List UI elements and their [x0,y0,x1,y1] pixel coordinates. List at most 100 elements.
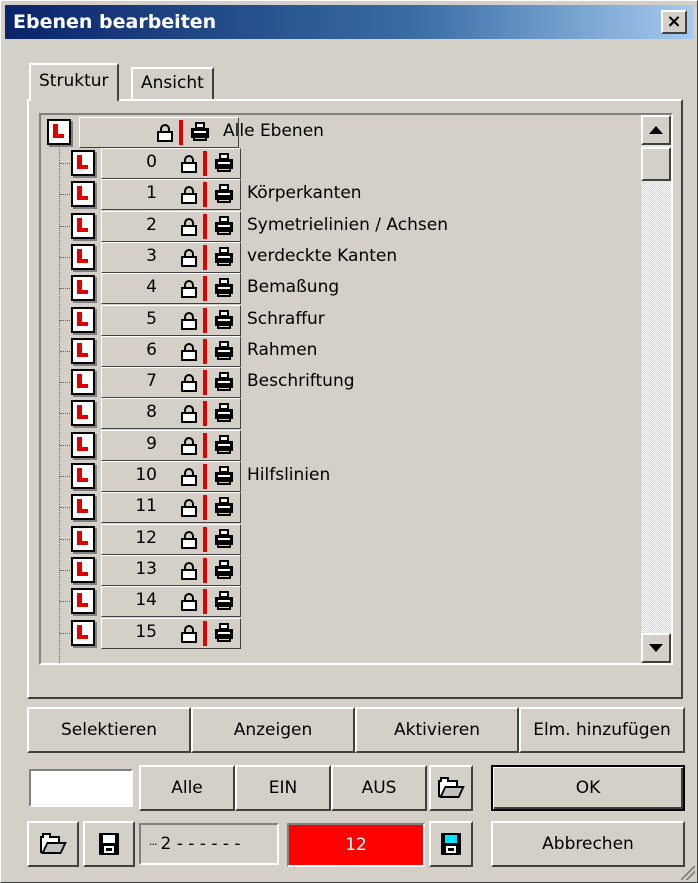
linetype-select[interactable]: ··· 2 - - - - - - [139,823,279,865]
printer-icon[interactable] [215,340,233,361]
color-value: 12 [345,835,367,855]
printer-icon[interactable] [215,559,233,580]
tab-ansicht[interactable]: Ansicht [131,67,214,99]
printer-icon[interactable] [215,372,233,392]
printer-icon[interactable] [215,497,233,517]
layer-number: 9 [146,433,157,454]
open-folder-button[interactable] [429,765,473,811]
scroll-down-button[interactable] [641,633,671,663]
layer-row[interactable]: 7 Beschriftung [41,367,641,399]
lock-icon[interactable] [181,311,197,330]
lock-icon[interactable] [181,593,197,612]
lock-icon[interactable] [181,217,197,236]
lock-icon[interactable] [181,624,197,643]
ok-button[interactable]: OK [491,765,685,811]
printer-icon[interactable] [215,184,233,204]
lock-icon[interactable] [181,155,197,173]
layer-row[interactable]: 3 verdeckte Kanten [41,241,641,273]
printer-icon[interactable] [191,122,209,142]
lock-icon[interactable] [157,124,173,142]
selektieren-button[interactable]: Selektieren [27,707,191,753]
scroll-thumb[interactable] [641,147,671,181]
arrow-down-icon [649,644,663,652]
layer-row[interactable]: 14 [41,586,641,618]
lock-icon[interactable] [181,468,197,486]
scroll-up-button[interactable] [641,115,671,145]
ein-button[interactable]: EIN [235,765,331,811]
vertical-scrollbar[interactable] [641,115,671,663]
printer-icon[interactable] [215,466,233,486]
resize-grip[interactable] [681,866,695,880]
tree-root-row[interactable]: Alle Ebenen [41,117,641,148]
layer-name: Rahmen [247,339,318,360]
printer-icon[interactable] [215,434,233,455]
printer-icon[interactable] [215,278,233,298]
aus-button[interactable]: AUS [331,765,427,811]
layer-name: Schraffur [247,308,325,329]
window-title: Ebenen bearbeiten [13,11,217,33]
layer-row[interactable]: 2 Symetrielinien / Achsen [41,210,641,242]
printer-icon[interactable] [215,622,233,643]
layer-row[interactable]: 4 Bemaßung [41,273,641,305]
printer-icon[interactable] [215,246,233,267]
lock-icon[interactable] [181,561,197,580]
layer-number: 12 [135,527,157,548]
layer-row[interactable]: 13 [41,554,641,586]
printer-icon[interactable] [215,591,233,611]
color-select[interactable]: 12 [287,823,425,867]
layer-number: 0 [146,152,157,172]
save-color-button[interactable] [429,821,473,867]
layer-row[interactable]: 12 [41,523,641,555]
layer-row[interactable]: 0 [41,148,641,179]
layer-number: 2 [146,214,157,235]
layer-row[interactable]: 11 [41,492,641,524]
layer-icon [71,588,95,615]
layer-icon [71,556,95,583]
save-icon [99,833,119,855]
aus-label: AUS [361,778,397,798]
layer-row[interactable]: 6 Rahmen [41,335,641,367]
lock-icon[interactable] [181,530,197,549]
lock-icon[interactable] [181,499,197,518]
title-bar[interactable]: Ebenen bearbeiten × [5,5,693,39]
color-marker [203,620,207,646]
load-button[interactable] [27,821,79,867]
lock-icon[interactable] [181,374,197,393]
hinzufuegen-label: Elm. hinzufügen [533,720,671,740]
lock-icon[interactable] [181,342,197,361]
aktivieren-button[interactable]: Aktivieren [355,707,519,753]
layer-number: 6 [146,339,157,360]
lock-icon[interactable] [181,280,197,299]
anzeigen-button[interactable]: Anzeigen [191,707,355,753]
layer-number: 7 [146,371,157,392]
lock-icon[interactable] [181,186,197,205]
lock-icon[interactable] [181,436,197,455]
tab-struktur[interactable]: Struktur [29,63,119,101]
layer-row[interactable]: 15 [41,617,641,649]
printer-icon[interactable] [215,215,233,236]
abbrechen-button[interactable]: Abbrechen [491,821,685,867]
layer-number: 4 [146,277,157,298]
layer-tree[interactable]: Alle Ebenen 0 1 Körperkanten 2 Symetrielinie… [39,113,673,665]
elemente-hinzufuegen-button[interactable]: Elm. hinzufügen [519,707,685,753]
layer-row[interactable]: 9 [41,429,641,461]
save-icon [441,833,461,855]
layer-row[interactable]: 1 Körperkanten [41,179,641,211]
printer-icon[interactable] [215,309,233,330]
layer-row[interactable]: 5 Schraffur [41,304,641,336]
lock-icon[interactable] [181,405,197,424]
layer-row[interactable]: 10 Hilfslinien [41,461,641,492]
printer-icon[interactable] [215,153,233,173]
lock-icon[interactable] [181,248,197,267]
save-button[interactable] [83,821,135,867]
layer-filter-input[interactable] [29,769,133,807]
close-button[interactable]: × [661,10,687,34]
layer-icon [71,181,95,208]
root-label: Alle Ebenen [223,121,324,141]
alle-button[interactable]: Alle [139,765,235,811]
color-marker [179,120,183,145]
layer-row[interactable]: 8 [41,398,641,430]
printer-icon[interactable] [215,403,233,423]
color-marker [203,495,207,521]
printer-icon[interactable] [215,528,233,549]
